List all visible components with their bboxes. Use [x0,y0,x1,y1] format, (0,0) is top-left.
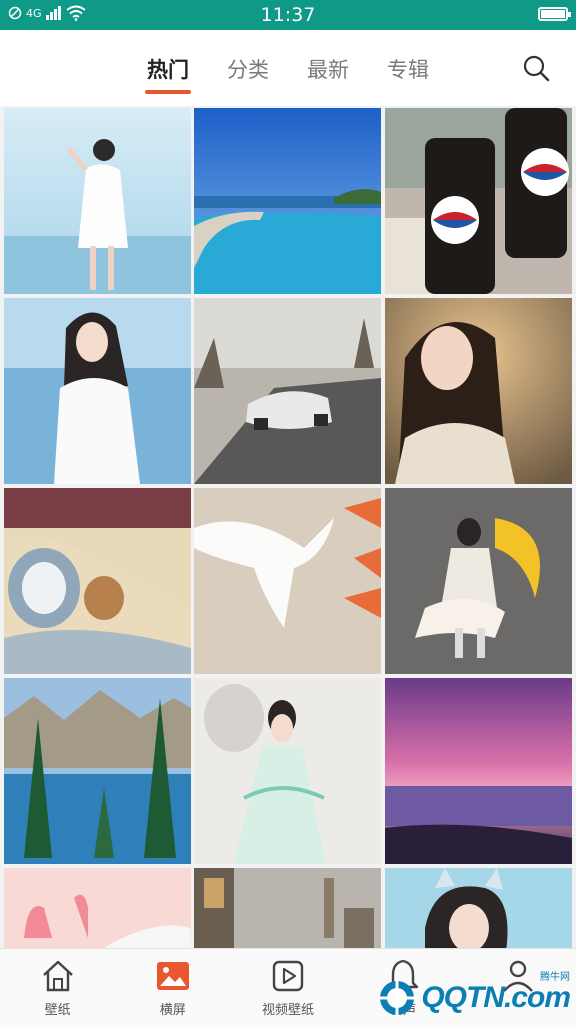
video-icon [272,960,304,992]
tab-hot[interactable]: 热门 [145,54,191,94]
qqtn-logo-icon [379,980,416,1016]
tab-latest[interactable]: 最新 [307,54,349,94]
status-bar: 4G 11:37 [0,0,576,30]
wallpaper-thumbnail[interactable] [385,868,572,948]
image-icon [156,962,189,990]
wallpaper-thumbnail[interactable] [4,298,191,484]
wallpaper-thumbnail[interactable] [4,488,191,674]
search-icon[interactable] [522,54,550,82]
battery-level [541,10,565,18]
watermark: QQTN.com 腾牛网 [377,972,571,1020]
tab-categories[interactable]: 分类 [227,54,269,94]
nav-label: 视频壁纸 [262,1003,315,1018]
watermark-text: QQTN.com [421,981,571,1014]
wallpaper-thumbnail[interactable] [4,678,191,864]
watermark-small: 腾牛网 [540,972,570,983]
wallpaper-thumbnail[interactable] [4,868,191,948]
wallpaper-thumbnail[interactable] [4,108,191,294]
wallpaper-thumbnail[interactable] [385,488,572,674]
tab-bar: 热门 分类 最新 专辑 [0,54,576,94]
wallpaper-thumbnail[interactable] [194,108,381,294]
home-icon [42,960,73,992]
wallpaper-thumbnail[interactable] [385,678,572,864]
wallpaper-thumbnail[interactable] [385,108,572,294]
wallpaper-thumbnail[interactable] [194,488,381,674]
wallpaper-thumbnail[interactable] [385,298,572,484]
top-header: 热门 分类 最新 专辑 [0,30,576,106]
clock: 11:37 [260,4,316,26]
nav-video-wallpaper[interactable]: 视频壁纸 [230,949,345,1025]
wallpaper-thumbnail[interactable] [194,298,381,484]
tab-albums[interactable]: 专辑 [387,54,429,94]
nav-landscape[interactable]: 横屏 [115,949,230,1025]
wallpaper-thumbnail[interactable] [194,678,381,864]
nav-label: 壁纸 [44,1003,71,1018]
nav-label: 横屏 [159,1003,186,1018]
nav-wallpaper[interactable]: 壁纸 [0,949,115,1025]
wallpaper-thumbnail[interactable] [194,868,381,948]
wallpaper-grid [0,106,576,948]
battery-icon [538,7,571,21]
